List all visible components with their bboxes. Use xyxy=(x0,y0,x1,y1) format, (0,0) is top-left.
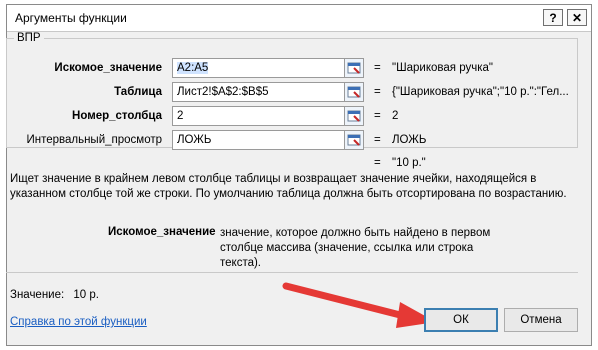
equals-sign: = xyxy=(374,134,381,146)
function-description: Ищет значение в крайнем левом столбце та… xyxy=(10,173,567,200)
collapse-dialog-icon[interactable] xyxy=(344,130,364,150)
arg-label-table: Таблица xyxy=(114,86,162,98)
range-lookup-text: ЛОЖЬ xyxy=(177,134,212,146)
equals-sign: = xyxy=(374,110,381,122)
current-argument-description: значение, которое должно быть найдено в … xyxy=(220,227,491,269)
table-text: Лист2!$A$2:$B$5 xyxy=(177,86,269,98)
collapse-dialog-icon[interactable] xyxy=(344,82,364,102)
help-link[interactable]: Справка по этой функции xyxy=(10,316,147,328)
ok-button[interactable]: ОК xyxy=(424,308,498,332)
value-label: Значение: xyxy=(10,289,65,301)
arg-label-lookup-value: Искомое_значение xyxy=(54,62,162,74)
formula-result: "10 р." xyxy=(392,157,426,169)
arg-label-col-index: Номер_столбца xyxy=(72,110,162,122)
value-result: 10 р. xyxy=(73,289,99,301)
col-index-input[interactable]: 2 xyxy=(172,106,348,126)
lookup-value-text: A2:A5 xyxy=(177,62,209,74)
equals-sign: = xyxy=(374,86,381,98)
col-index-text: 2 xyxy=(177,110,184,122)
arg-result-table: {"Шариковая ручка";"10 р.":"Гел... xyxy=(392,86,569,98)
arg-result-range-lookup: ЛОЖЬ xyxy=(392,134,427,146)
collapse-dialog-icon[interactable] xyxy=(344,58,364,78)
range-lookup-input[interactable]: ЛОЖЬ xyxy=(172,130,348,150)
table-input[interactable]: Лист2!$A$2:$B$5 xyxy=(172,82,348,102)
help-button[interactable]: ? xyxy=(543,9,563,26)
lookup-value-input[interactable]: A2:A5 xyxy=(172,58,348,78)
value-line: Значение: 10 р. xyxy=(10,289,99,301)
equals-sign: = xyxy=(374,157,381,169)
title-bar: Аргументы функции ? ✕ xyxy=(7,5,591,32)
function-name: ВПР xyxy=(14,32,44,44)
equals-sign: = xyxy=(374,62,381,74)
dialog-title: Аргументы функции xyxy=(15,11,127,25)
close-button[interactable]: ✕ xyxy=(567,9,587,26)
arg-label-range-lookup: Интервальный_просмотр xyxy=(26,134,162,146)
collapse-dialog-icon[interactable] xyxy=(344,106,364,126)
arg-result-lookup-value: "Шариковая ручка" xyxy=(392,62,493,74)
cancel-button[interactable]: Отмена xyxy=(504,308,578,332)
arg-result-col-index: 2 xyxy=(392,110,399,122)
divider xyxy=(6,272,578,273)
current-argument-name: Искомое_значение xyxy=(108,226,216,238)
